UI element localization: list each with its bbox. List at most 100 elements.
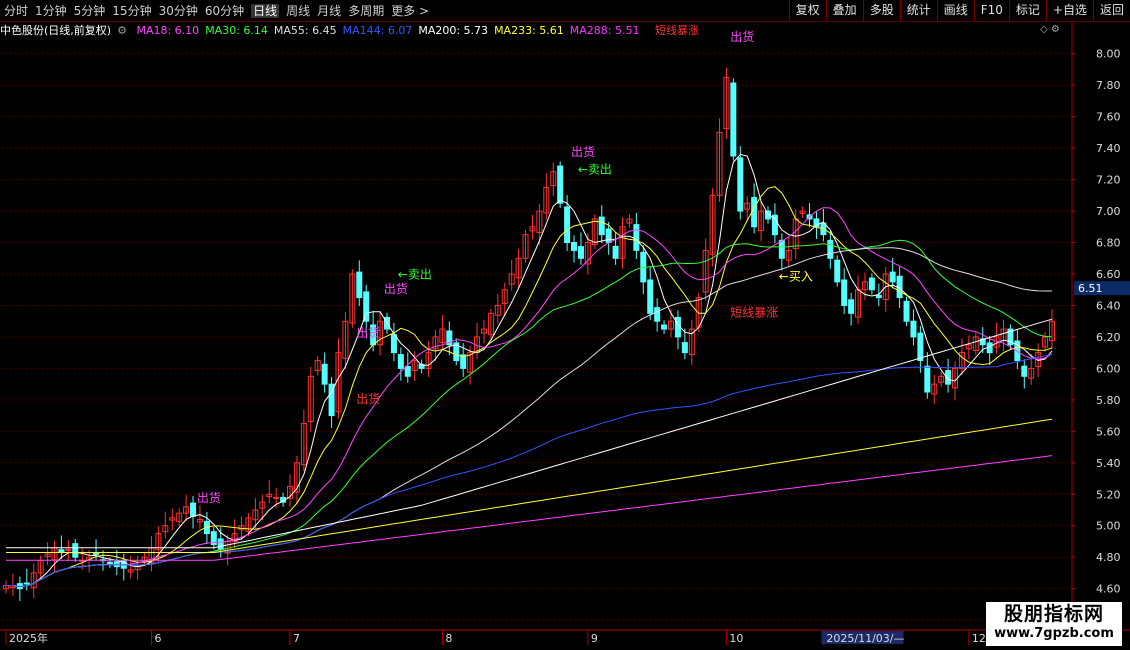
signal-annotation: 出货 bbox=[730, 29, 754, 44]
signal-label: 短线暴涨 bbox=[655, 24, 699, 37]
x-tick-label: 6 bbox=[154, 632, 161, 645]
candle-body bbox=[848, 299, 855, 314]
period-tab-1[interactable]: 1分钟 bbox=[35, 4, 67, 18]
candle-body bbox=[633, 224, 640, 251]
period-tab-10[interactable]: 更多 > bbox=[391, 4, 429, 18]
ma-legend-1: MA30: 6.14 bbox=[205, 24, 268, 37]
candle-body bbox=[868, 277, 875, 291]
tool-button-6[interactable]: 标记 bbox=[1008, 0, 1046, 21]
candle-body bbox=[605, 228, 612, 244]
period-tab-2[interactable]: 5分钟 bbox=[74, 4, 106, 18]
candle-body bbox=[924, 365, 931, 393]
y-tick-label: 7.20 bbox=[1096, 174, 1121, 187]
candle-body bbox=[612, 245, 619, 259]
long-ma-line-1 bbox=[6, 418, 1053, 553]
candle-body bbox=[827, 239, 834, 259]
x-tick-label: 9 bbox=[591, 632, 598, 645]
signal-annotation: 出货 bbox=[384, 281, 408, 296]
y-tick-label: 7.40 bbox=[1096, 142, 1121, 155]
period-tab-3[interactable]: 15分钟 bbox=[112, 4, 151, 18]
candle-body bbox=[571, 242, 578, 251]
y-tick-label: 8.00 bbox=[1096, 48, 1121, 61]
x-tick-label: 7 bbox=[293, 632, 300, 645]
y-tick-label: 6.00 bbox=[1096, 362, 1121, 375]
ma-legend-5: MA233: 5.61 bbox=[494, 24, 564, 37]
candle-body bbox=[654, 307, 661, 322]
candle-body bbox=[841, 279, 848, 306]
y-tick-label: 6.40 bbox=[1096, 299, 1121, 312]
signal-annotation: ←买入 bbox=[779, 269, 813, 283]
signal-annotation: ←卖出 bbox=[398, 268, 432, 282]
ma-legend-0: MA18: 6.10 bbox=[136, 24, 200, 37]
y-tick-label: 7.00 bbox=[1096, 205, 1121, 218]
long-ma-line-2 bbox=[6, 455, 1053, 561]
y-tick-label: 6.80 bbox=[1096, 237, 1121, 250]
period-tab-8[interactable]: 月线 bbox=[317, 4, 341, 18]
candlestick-chart: 4.404.604.805.005.205.405.605.806.006.20… bbox=[0, 22, 1130, 645]
candle-body bbox=[889, 271, 896, 283]
signal-annotation: 出货 bbox=[356, 391, 380, 406]
candle-body bbox=[190, 502, 197, 517]
stock-title: 中色股份(日线,前复权) bbox=[0, 24, 112, 37]
period-tabs: 分时 1分钟 5分钟 15分钟 30分钟 60分钟 日线 周线 月线 多周期 更多 > bbox=[4, 2, 436, 19]
tool-button-1[interactable]: 叠加 bbox=[825, 0, 863, 21]
tool-button-7[interactable]: +自选 bbox=[1045, 0, 1093, 21]
y-tick-label: 5.80 bbox=[1096, 394, 1121, 407]
candle-body bbox=[321, 363, 328, 385]
candle-body bbox=[834, 259, 841, 283]
tool-button-2[interactable]: 多股 bbox=[862, 0, 900, 21]
candle-body bbox=[661, 324, 668, 330]
candle-body bbox=[674, 316, 681, 338]
y-tick-label: 7.60 bbox=[1096, 111, 1121, 124]
ma-line-144 bbox=[6, 353, 1053, 588]
x-tick-label: 12 bbox=[972, 632, 986, 645]
candle-body bbox=[910, 320, 917, 338]
candle-body bbox=[737, 157, 744, 212]
settings-icon[interactable]: ⚙ bbox=[117, 24, 127, 37]
period-tab-5[interactable]: 60分钟 bbox=[205, 4, 244, 18]
candle-body bbox=[404, 366, 411, 377]
ma-legend-4: MA200: 5.73 bbox=[418, 24, 489, 37]
candle-body bbox=[390, 334, 397, 354]
diamond-icon[interactable]: ◇ bbox=[1040, 24, 1048, 35]
moving-average-legend: MA18: 6.10 MA30: 6.14 MA55: 6.45 MA144: 6.0… bbox=[136, 24, 645, 37]
indicator-info-bar: 中色股份(日线,前复权) ⚙ MA18: 6.10 MA30: 6.14 MA55: … bbox=[0, 22, 705, 38]
candle-body bbox=[730, 82, 737, 157]
tool-button-8[interactable]: 返回 bbox=[1092, 0, 1130, 21]
candle-body bbox=[72, 543, 79, 558]
x-tick-label: 2025年 bbox=[9, 631, 48, 645]
tool-buttons: 复权 叠加 多股 统计 画线 F10 标记 +自选 返回 bbox=[788, 0, 1130, 21]
candle-body bbox=[917, 332, 924, 362]
tool-button-4[interactable]: 画线 bbox=[936, 0, 974, 21]
candle-body bbox=[397, 354, 404, 369]
tool-button-3[interactable]: 统计 bbox=[899, 0, 937, 21]
top-toolbar: 分时 1分钟 5分钟 15分钟 30分钟 60分钟 日线 周线 月线 多周期 更多 > 复权 叠加 多股… bbox=[0, 0, 1130, 22]
y-tick-label: 4.60 bbox=[1096, 583, 1121, 596]
y-tick-label: 6.20 bbox=[1096, 331, 1121, 344]
y-tick-label: 5.00 bbox=[1096, 520, 1121, 533]
candle-body bbox=[875, 294, 882, 299]
watermark-url: www.7gpzb.com bbox=[994, 626, 1114, 641]
candle-body bbox=[647, 279, 654, 314]
period-tab-6[interactable]: 日线 bbox=[251, 4, 280, 18]
tool-button-0[interactable]: 复权 bbox=[788, 0, 826, 21]
current-price-label: 6.51 bbox=[1078, 282, 1103, 295]
candle-body bbox=[986, 342, 993, 354]
y-tick-label: 6.60 bbox=[1096, 268, 1121, 281]
signal-annotation: ←卖出 bbox=[578, 162, 612, 176]
signal-annotation: 出货 bbox=[571, 144, 595, 159]
period-tab-7[interactable]: 周线 bbox=[286, 4, 310, 18]
period-tab-9[interactable]: 多周期 bbox=[348, 4, 384, 18]
candle-body bbox=[598, 216, 605, 236]
candle-body bbox=[1021, 365, 1028, 377]
candle-body bbox=[564, 206, 571, 244]
period-tab-0[interactable]: 分时 bbox=[4, 4, 28, 18]
ma-legend-3: MA144: 6.07 bbox=[342, 24, 413, 37]
period-tab-4[interactable]: 30分钟 bbox=[159, 4, 198, 18]
y-tick-label: 5.20 bbox=[1096, 488, 1121, 501]
tool-button-5[interactable]: F10 bbox=[973, 0, 1009, 21]
signal-annotation: 出货 bbox=[356, 325, 380, 340]
candle-body bbox=[273, 496, 280, 499]
gear-icon[interactable]: ⚙ bbox=[1051, 24, 1060, 35]
candle-body bbox=[23, 582, 30, 585]
